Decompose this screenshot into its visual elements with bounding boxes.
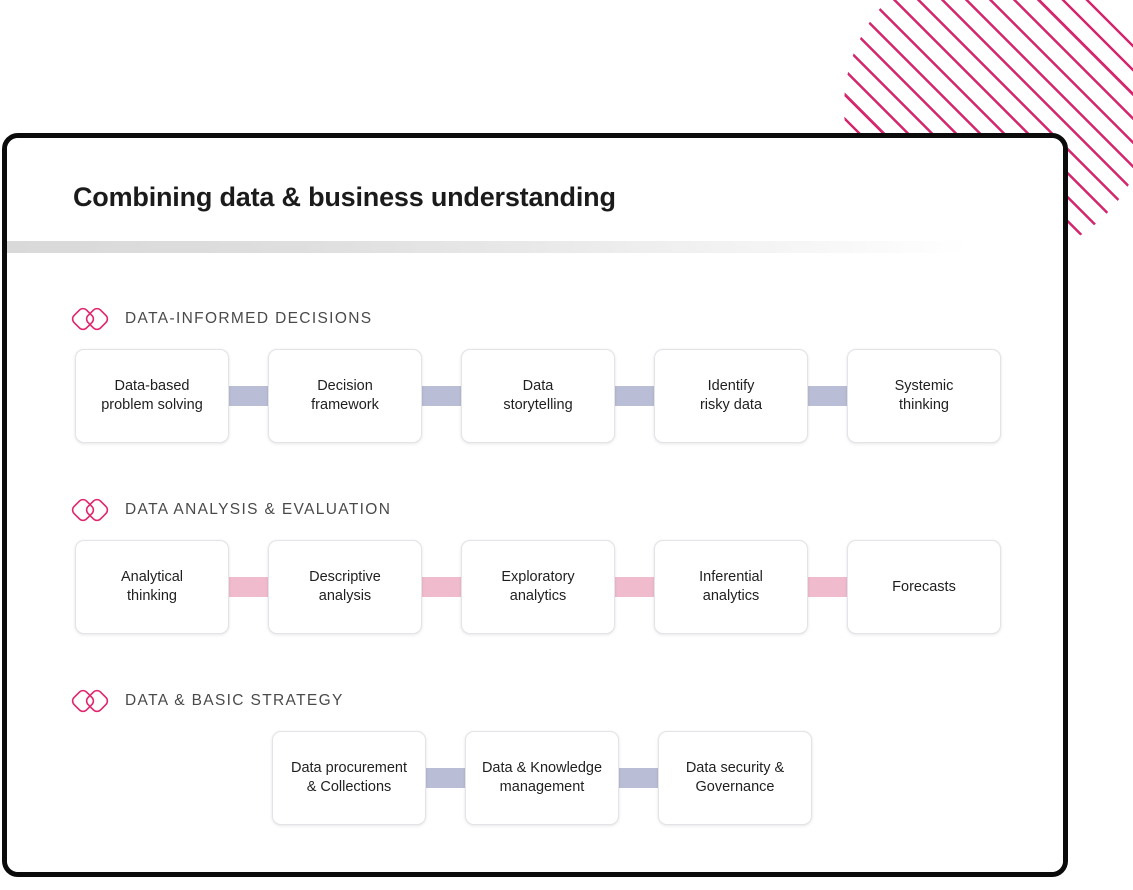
node-card[interactable]: Systemic thinking — [847, 349, 1001, 443]
connector-bar — [418, 386, 465, 406]
node-card[interactable]: Descriptive analysis — [268, 540, 422, 634]
content-card: Combining data & business understanding … — [2, 133, 1068, 877]
node-card[interactable]: Data procurement & Collections — [272, 731, 426, 825]
node-label: Analytical thinking — [120, 569, 184, 604]
node-label: Descriptive analysis — [309, 569, 381, 604]
connector-bar — [225, 577, 272, 597]
node-label: Forecasts — [892, 578, 956, 595]
section-header: DATA-INFORMED DECISIONS — [71, 304, 372, 334]
node-card[interactable]: Data & Knowledge management — [465, 731, 619, 825]
node-card[interactable]: Decision framework — [268, 349, 422, 443]
node-label: Decision framework — [311, 378, 379, 413]
node-card[interactable]: Analytical thinking — [75, 540, 229, 634]
node-label: Data & Knowledge management — [481, 760, 603, 795]
node-label: Data procurement & Collections — [290, 760, 408, 795]
overlapping-diamonds-icon — [71, 689, 109, 713]
node-card[interactable]: Inferential analytics — [654, 540, 808, 634]
node-label: Data storytelling — [503, 378, 573, 413]
node-card[interactable]: Identify risky data — [654, 349, 808, 443]
node-label: Systemic thinking — [894, 378, 954, 413]
node-label: Inferential analytics — [699, 569, 763, 604]
node-chain: Data procurement & Collections Data & Kno… — [272, 731, 812, 825]
overlapping-diamonds-icon — [71, 307, 109, 331]
node-card[interactable]: Forecasts — [847, 540, 1001, 634]
node-chain: Analytical thinking Descriptive analysis E… — [75, 540, 1001, 634]
connector-bar — [611, 577, 658, 597]
node-card[interactable]: Data security & Governance — [658, 731, 812, 825]
connector-bar — [418, 577, 465, 597]
node-chain: Data-based problem solving Decision framew… — [75, 349, 1001, 443]
connector-bar — [611, 386, 658, 406]
section-label: DATA & BASIC STRATEGY — [125, 692, 344, 709]
section-header: DATA ANALYSIS & EVALUATION — [71, 495, 391, 525]
connector-bar — [225, 386, 272, 406]
page-title: Combining data & business understanding — [73, 182, 616, 212]
node-card[interactable]: Data storytelling — [461, 349, 615, 443]
node-card[interactable]: Exploratory analytics — [461, 540, 615, 634]
card-inner: Combining data & business understanding … — [7, 138, 1063, 872]
section-header: DATA & BASIC STRATEGY — [71, 686, 344, 716]
node-label: Identify risky data — [699, 378, 763, 413]
section-label: DATA-INFORMED DECISIONS — [125, 310, 373, 327]
connector-bar — [422, 768, 469, 788]
connector-bar — [615, 768, 662, 788]
connector-bar — [804, 386, 851, 406]
node-label: Data security & Governance — [685, 760, 785, 795]
node-card[interactable]: Data-based problem solving — [75, 349, 229, 443]
title-underline-rule — [7, 241, 967, 253]
node-label: Exploratory analytics — [501, 569, 575, 604]
node-label: Data-based problem solving — [101, 378, 203, 413]
overlapping-diamonds-icon — [71, 498, 109, 522]
section-label: DATA ANALYSIS & EVALUATION — [125, 501, 392, 518]
connector-bar — [804, 577, 851, 597]
